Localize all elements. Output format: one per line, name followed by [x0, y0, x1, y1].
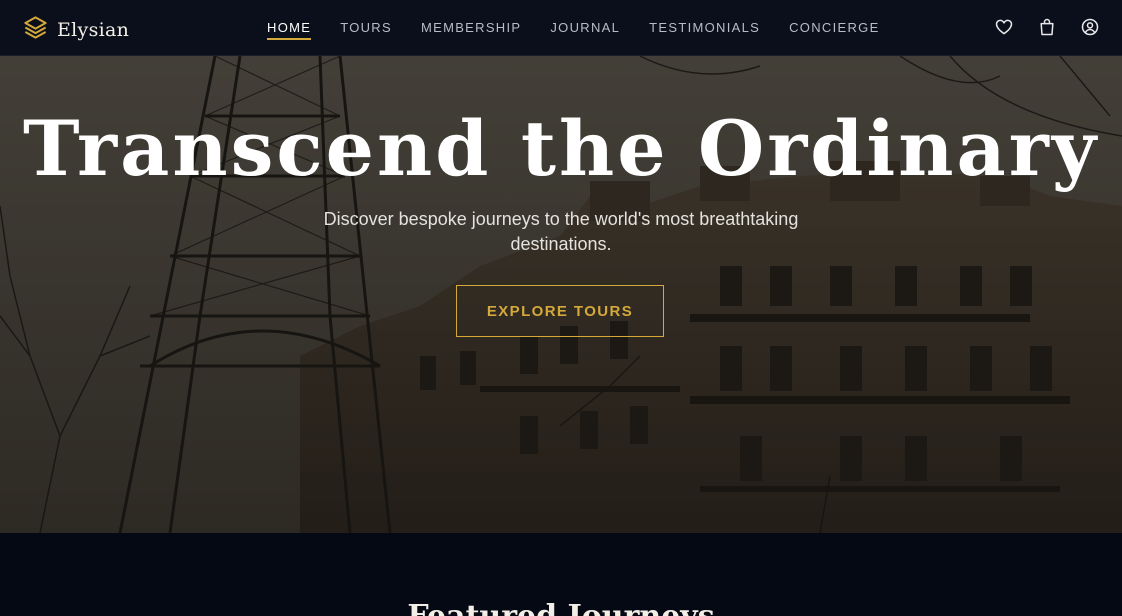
top-navbar: Elysian HOME TOURS MEMBERSHIP JOURNAL TE… [0, 0, 1122, 56]
nav-icon-group [994, 17, 1100, 37]
nav-tours[interactable]: TOURS [340, 20, 392, 40]
nav-concierge[interactable]: CONCIERGE [789, 20, 879, 40]
hero-title: Transcend the Ordinary [23, 104, 1099, 193]
featured-section: Featured Journeys [0, 533, 1122, 616]
featured-section-title: Featured Journeys [0, 599, 1122, 616]
nav-membership[interactable]: MEMBERSHIP [421, 20, 521, 40]
nav-testimonials[interactable]: TESTIMONIALS [649, 20, 760, 40]
heart-icon[interactable] [994, 17, 1014, 37]
brand-name: Elysian [57, 19, 130, 41]
explore-tours-button[interactable]: EXPLORE TOURS [456, 285, 664, 337]
layers-icon [22, 14, 49, 46]
hero-section: Transcend the Ordinary Discover bespoke … [0, 56, 1122, 533]
brand-logo-link[interactable]: Elysian [22, 14, 129, 46]
shopping-bag-icon[interactable] [1037, 17, 1057, 37]
user-circle-icon[interactable] [1080, 17, 1100, 37]
nav-home[interactable]: HOME [267, 20, 312, 40]
nav-journal[interactable]: JOURNAL [550, 20, 620, 40]
main-nav: HOME TOURS MEMBERSHIP JOURNAL TESTIMONIA… [267, 20, 909, 40]
hero-subtitle: Discover bespoke journeys to the world's… [323, 209, 799, 254]
